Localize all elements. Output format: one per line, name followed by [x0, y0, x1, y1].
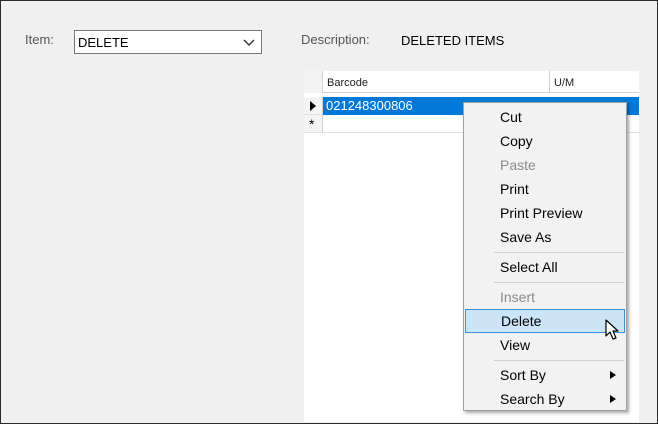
- menu-item-print[interactable]: Print: [464, 177, 626, 201]
- grid-header: Barcode U/M: [304, 71, 639, 93]
- row-indicator-icon: [310, 101, 316, 111]
- submenu-arrow-icon: [610, 371, 616, 379]
- menu-item-view[interactable]: View: [464, 333, 626, 357]
- description-label: Description:: [301, 32, 370, 47]
- column-header-barcode[interactable]: Barcode: [323, 71, 550, 93]
- item-combobox[interactable]: DELETE: [74, 30, 262, 54]
- window: Item: DELETE Description: DELETED ITEMS …: [0, 0, 658, 424]
- context-menu: Cut Copy Paste Print Print Preview Save …: [463, 102, 627, 411]
- menu-item-copy[interactable]: Copy: [464, 129, 626, 153]
- menu-item-sort-by[interactable]: Sort By: [464, 363, 626, 387]
- column-header-um[interactable]: U/M: [550, 71, 639, 93]
- row-header[interactable]: [304, 97, 323, 115]
- menu-item-cut[interactable]: Cut: [464, 105, 626, 129]
- menu-separator: [494, 252, 624, 253]
- menu-item-delete[interactable]: Delete: [465, 309, 625, 333]
- menu-item-save-as[interactable]: Save As: [464, 225, 626, 249]
- menu-item-sort-by-label: Sort By: [500, 367, 546, 383]
- menu-item-print-preview[interactable]: Print Preview: [464, 201, 626, 225]
- menu-item-insert: Insert: [500, 289, 536, 305]
- grid-corner: [304, 71, 323, 93]
- mouse-cursor-icon: [605, 319, 619, 340]
- menu-separator: [494, 360, 624, 361]
- submenu-arrow-icon: [610, 395, 616, 403]
- menu-item-search-by[interactable]: Search By: [464, 387, 626, 411]
- chevron-down-icon[interactable]: [243, 37, 255, 47]
- menu-item-paste: Paste: [500, 157, 536, 173]
- new-row-marker: *: [309, 116, 315, 132]
- menu-separator: [494, 282, 624, 283]
- new-row-header[interactable]: *: [304, 115, 323, 133]
- item-combobox-value: DELETE: [78, 35, 129, 50]
- item-label: Item:: [25, 32, 54, 47]
- menu-item-select-all[interactable]: Select All: [464, 255, 626, 279]
- description-value: DELETED ITEMS: [401, 33, 505, 48]
- menu-item-search-by-label: Search By: [500, 391, 565, 407]
